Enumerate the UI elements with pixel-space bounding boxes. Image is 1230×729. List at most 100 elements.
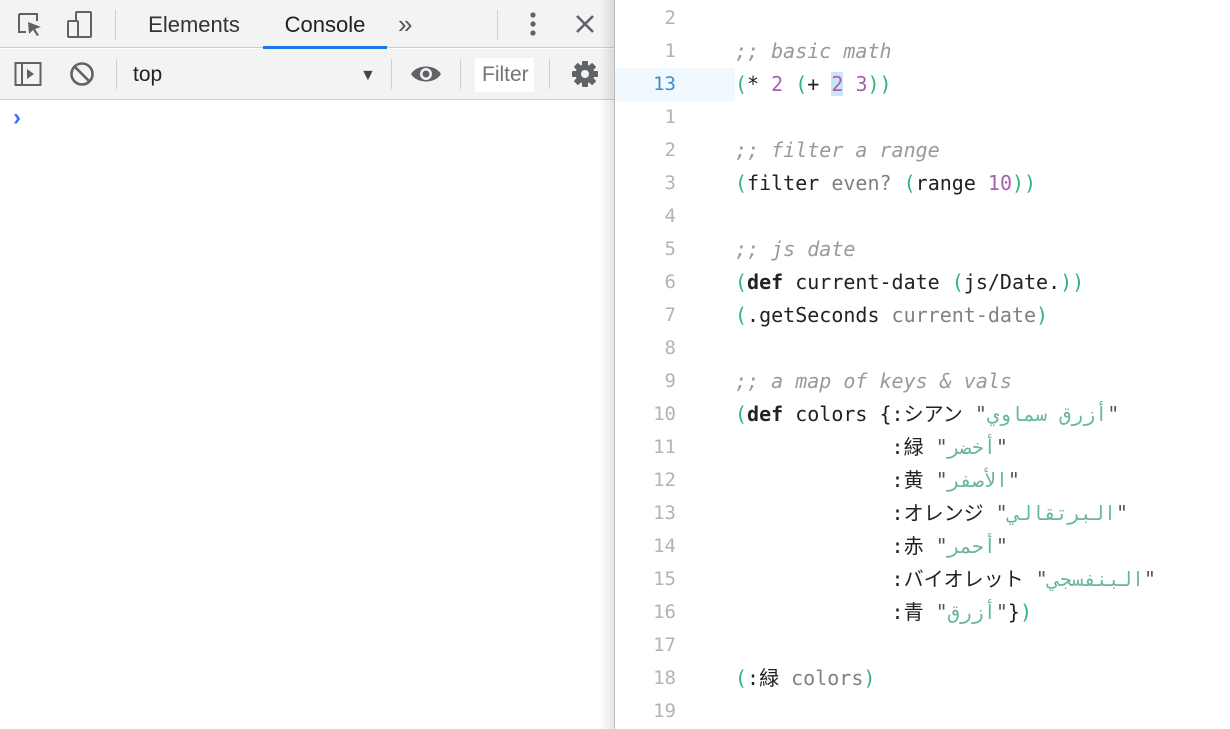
code-token: " <box>995 501 1008 525</box>
execution-context-select[interactable]: top ▼ <box>124 60 384 92</box>
pane-divider-shadow <box>600 0 614 729</box>
show-sidebar-icon[interactable] <box>14 61 42 87</box>
code-line[interactable]: 2 ;; filter a range <box>615 134 1230 167</box>
tab-console[interactable]: Console <box>263 0 387 49</box>
line-number: 12 <box>653 469 676 491</box>
code-token: " <box>995 435 1008 459</box>
code-text: :バイオレット "البنفسجي" <box>735 563 1157 596</box>
code-line[interactable]: 11 :緑 "أخضر" <box>615 431 1230 464</box>
line-number: 1 <box>664 40 676 62</box>
code-token: )) <box>1060 270 1085 294</box>
code-token: filter <box>747 171 832 195</box>
devtools-panel: Elements Console » top ▼ Filter › <box>0 0 614 729</box>
kebab-menu-icon[interactable] <box>528 10 538 38</box>
code-token: .getSeconds <box>747 303 892 327</box>
code-text: ;; js date <box>735 233 855 266</box>
clear-console-icon[interactable] <box>69 61 95 87</box>
code-token: ( <box>735 171 748 195</box>
code-token: ;; basic math <box>735 39 892 63</box>
code-token: البرتقالي <box>1007 501 1117 525</box>
line-number: 7 <box>664 304 676 326</box>
code-token: )) <box>1012 171 1037 195</box>
code-token: ( <box>735 402 748 426</box>
code-line[interactable]: 13 :オレンジ "البرتقالي" <box>615 497 1230 530</box>
code-token: ;; js date <box>735 237 856 261</box>
code-token: ( <box>735 666 748 690</box>
code-line[interactable]: 1 ;; basic math <box>615 35 1230 68</box>
code-token: + <box>807 72 832 96</box>
code-text: ;; a map of keys & vals <box>735 365 1012 398</box>
gear-icon[interactable] <box>571 60 599 88</box>
code-text: (:緑 colors) <box>735 662 875 695</box>
code-token: colors {:シアン <box>783 402 975 426</box>
code-token: def <box>747 402 784 426</box>
code-text: ;; basic math <box>735 35 892 68</box>
code-token: " <box>995 534 1008 558</box>
code-line[interactable]: 17 <box>615 629 1230 662</box>
code-token: :緑 <box>735 435 936 459</box>
dropdown-arrow-icon: ▼ <box>360 67 376 84</box>
code-line[interactable]: 18 (:緑 colors) <box>615 662 1230 695</box>
inspect-element-icon[interactable] <box>17 12 43 38</box>
code-token: 10 <box>987 171 1012 195</box>
more-tabs-icon[interactable]: » <box>398 10 412 38</box>
code-token: الأصفر <box>947 468 1008 492</box>
line-number: 17 <box>653 634 676 656</box>
code-line[interactable]: 13 (* 2 (+ 2 3)) <box>615 68 1230 101</box>
code-line[interactable]: 1 <box>615 101 1230 134</box>
code-token: ) <box>1019 600 1032 624</box>
code-text: (def current-date (js/Date.)) <box>735 266 1084 299</box>
code-text: (def colors {:シアン "أزرق سماوي" <box>735 398 1119 431</box>
code-token: ) <box>863 666 876 690</box>
code-token: " <box>1144 567 1157 591</box>
code-line[interactable]: 8 <box>615 332 1230 365</box>
code-text: :黄 "الأصفر" <box>735 464 1020 497</box>
code-token: :黄 <box>735 468 936 492</box>
code-token: " <box>935 534 948 558</box>
code-line[interactable]: 7 (.getSeconds current-date) <box>615 299 1230 332</box>
code-token: " <box>1107 402 1120 426</box>
code-line[interactable]: 9 ;; a map of keys & vals <box>615 365 1230 398</box>
code-line[interactable]: 6 (def current-date (js/Date.)) <box>615 266 1230 299</box>
code-token: ( <box>735 72 748 96</box>
device-toolbar-icon[interactable] <box>66 10 94 40</box>
code-token: colors <box>791 666 864 690</box>
code-token: أزرق <box>947 600 996 624</box>
code-line[interactable]: 2 <box>615 2 1230 35</box>
devtools-tab-bar: Elements Console » <box>0 0 614 49</box>
code-token: " <box>1007 468 1020 492</box>
code-line[interactable]: 5 ;; js date <box>615 233 1230 266</box>
filter-input[interactable] <box>475 58 534 92</box>
code-line[interactable]: 14 :赤 "أحمر" <box>615 530 1230 563</box>
code-text: (.getSeconds current-date) <box>735 299 1048 332</box>
line-number: 13 <box>653 73 676 95</box>
line-number: 1 <box>664 106 676 128</box>
code-editor[interactable]: 2 1;; basic math 13 (* 2 (+ 2 3)) 1 2;; filte… <box>614 0 1230 729</box>
code-line[interactable]: 4 <box>615 200 1230 233</box>
toolbar-divider <box>391 59 392 89</box>
toolbar-divider <box>497 10 498 40</box>
code-token: " <box>935 600 948 624</box>
code-token: أزرق سماوي <box>986 402 1108 426</box>
code-token: current-date <box>891 303 1037 327</box>
code-token: ( <box>735 270 748 294</box>
line-number: 5 <box>664 238 676 260</box>
code-token: ( <box>903 171 916 195</box>
code-text: (* 2 (+ 2 3)) <box>735 68 892 101</box>
code-line[interactable]: 19 <box>615 695 1230 728</box>
console-prompt-icon[interactable]: › <box>13 104 21 132</box>
code-line[interactable]: 12 :黄 "الأصفر" <box>615 464 1230 497</box>
code-token: أحمر <box>947 534 996 558</box>
code-token: range <box>915 171 988 195</box>
code-token: " <box>1116 501 1129 525</box>
code-line[interactable]: 16 :青 "أزرق"}) <box>615 596 1230 629</box>
code-token: :赤 <box>735 534 936 558</box>
close-icon[interactable] <box>574 13 596 35</box>
eye-icon[interactable] <box>410 63 442 85</box>
code-line[interactable]: 15 :バイオレット "البنفسجي" <box>615 563 1230 596</box>
code-line[interactable]: 3 (filter even? (range 10)) <box>615 167 1230 200</box>
code-token: " <box>1035 567 1048 591</box>
code-line[interactable]: 10 (def colors {:シアン "أزرق سماوي" <box>615 398 1230 431</box>
tab-elements[interactable]: Elements <box>131 0 257 48</box>
line-number: 13 <box>653 502 676 524</box>
